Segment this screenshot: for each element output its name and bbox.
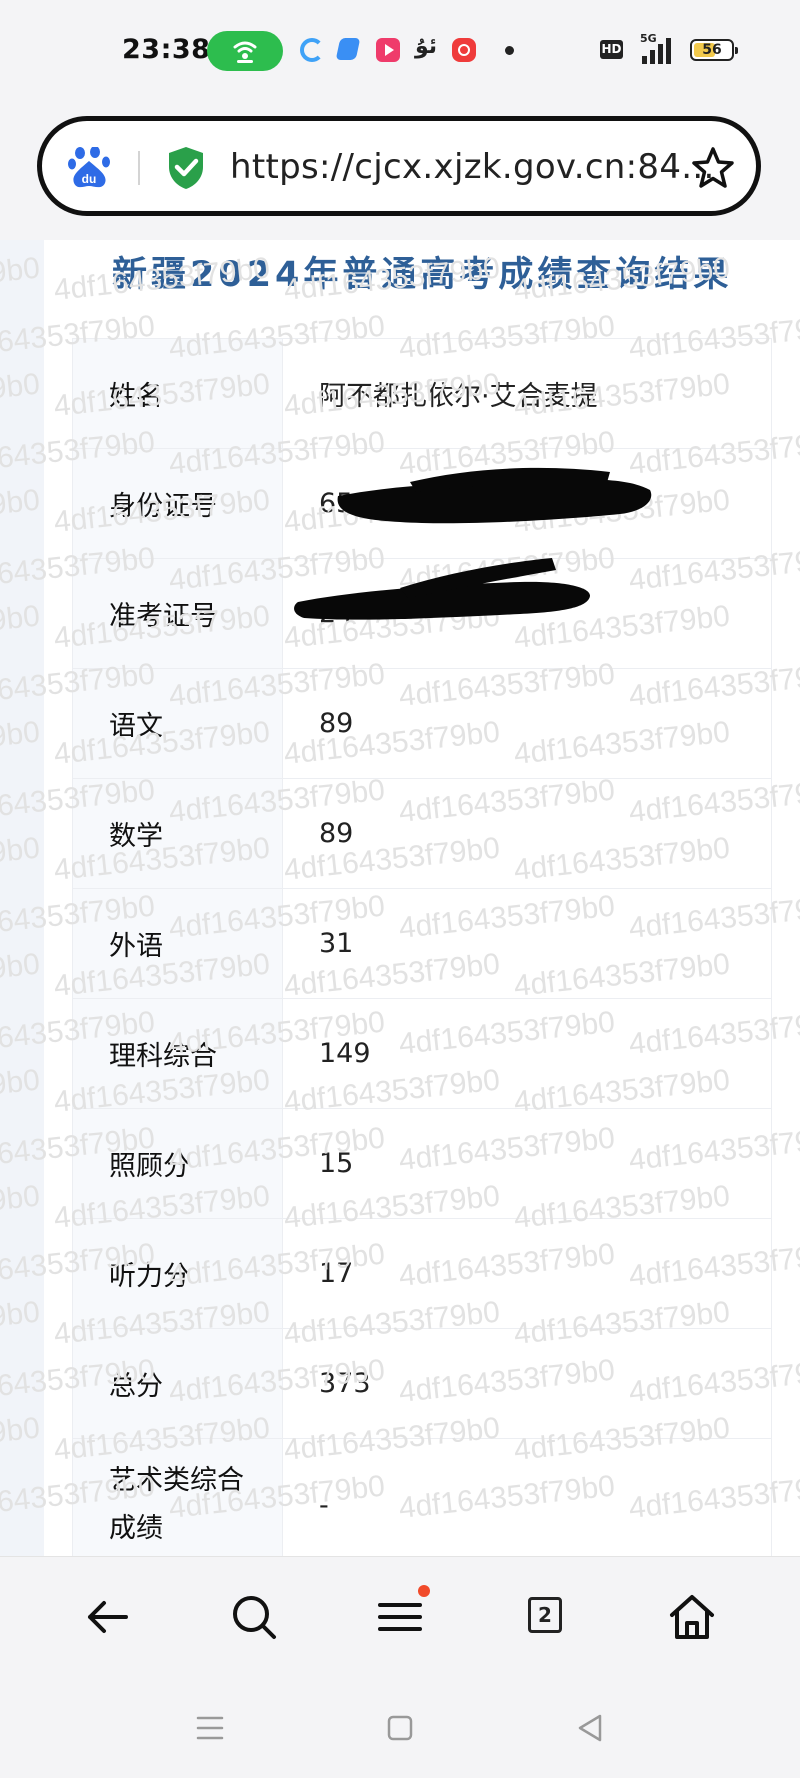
table-row: 艺术类综合成绩 - [72, 1438, 772, 1556]
status-bar: 23:38 ئۇ HD 5G 56 [0, 0, 800, 100]
row-value: 89 [282, 778, 772, 889]
table-row: 语文 89 [72, 668, 772, 779]
network-type: 5G [640, 32, 657, 45]
home-button-icon[interactable] [380, 1708, 420, 1748]
page-left-strip [0, 240, 44, 1556]
browser-app-icon [300, 38, 324, 62]
tabs-button[interactable]: 2 [520, 1591, 572, 1643]
row-value: 89 [282, 668, 772, 779]
table-row: 理科综合 149 [72, 998, 772, 1109]
row-label-cell: 艺术类综合成绩 [72, 1438, 283, 1556]
baidu-icon[interactable]: du [68, 147, 112, 189]
row-label: 姓名 [72, 338, 283, 449]
hd-icon: HD [600, 40, 623, 59]
row-label: 身份证号 [72, 448, 283, 559]
back-triangle-icon[interactable] [570, 1708, 610, 1748]
url-text[interactable]: https://cjcx.xjzk.gov.cn:84... [230, 147, 715, 187]
table-row: 总分 373 [72, 1328, 772, 1439]
menu-icon [378, 1603, 422, 1631]
recents-icon[interactable] [190, 1708, 230, 1748]
bookmark-star-icon[interactable] [690, 145, 736, 191]
row-value: 17 [282, 1218, 772, 1329]
security-shield-icon[interactable] [166, 145, 206, 191]
uyghur-app-icon: ئۇ [415, 34, 438, 59]
music-app-icon [452, 38, 476, 62]
signal-icon: 5G [640, 32, 678, 64]
row-value: 65 [282, 448, 772, 559]
row-value: - [282, 1438, 772, 1556]
table-row: 姓名 阿不都扎依尔·艾合麦提 [72, 338, 772, 449]
row-value: 15 [282, 1108, 772, 1219]
app-icon [335, 38, 361, 60]
search-icon[interactable] [228, 1591, 280, 1643]
score-table: 姓名 阿不都扎依尔·艾合麦提 身份证号 65 准考证号 24 语文 89 数学 … [72, 338, 772, 1556]
svg-text:du: du [82, 172, 97, 186]
table-row: 身份证号 65 [72, 448, 772, 559]
row-label: 外语 [72, 888, 283, 999]
home-icon[interactable] [666, 1591, 718, 1643]
battery-level: 56 [702, 42, 722, 58]
row-label: 理科综合 [72, 998, 283, 1109]
row-label: 数学 [72, 778, 283, 889]
row-label: 总分 [72, 1328, 283, 1439]
back-arrow-icon[interactable] [82, 1591, 134, 1643]
browser-toolbar: 2 [0, 1556, 800, 1677]
row-label: 语文 [72, 668, 283, 779]
more-dot-icon [505, 46, 514, 55]
web-page[interactable]: 新疆2024年普通高考成绩查询结果 姓名 阿不都扎依尔·艾合麦提 身份证号 65… [0, 240, 800, 1556]
row-value: 24 [282, 558, 772, 669]
address-bar[interactable]: du https://cjcx.xjzk.gov.cn:84... [37, 116, 761, 216]
row-label: 艺术类综合成绩 [109, 1465, 244, 1544]
row-value: 阿不都扎依尔·艾合麦提 [282, 338, 772, 449]
row-value: 373 [282, 1328, 772, 1439]
table-row: 数学 89 [72, 778, 772, 889]
table-row: 听力分 17 [72, 1218, 772, 1329]
table-row: 照顾分 15 [72, 1108, 772, 1219]
row-label: 准考证号 [72, 558, 283, 669]
system-navigation [0, 1676, 800, 1778]
table-row: 准考证号 24 [72, 558, 772, 669]
row-value: 149 [282, 998, 772, 1109]
tabs-icon: 2 [528, 1597, 562, 1633]
notification-dot [418, 1585, 430, 1597]
row-label: 照顾分 [72, 1108, 283, 1219]
row-label: 听力分 [72, 1218, 283, 1329]
browser-header: du https://cjcx.xjzk.gov.cn:84... [0, 100, 800, 240]
menu-button[interactable] [374, 1585, 430, 1643]
row-value: 31 [282, 888, 772, 999]
battery-icon: 56 [690, 39, 738, 61]
video-app-icon [376, 38, 400, 62]
status-time: 23:38 [122, 34, 211, 65]
address-divider [138, 151, 140, 185]
table-row: 外语 31 [72, 888, 772, 999]
page-title: 新疆2024年普通高考成绩查询结果 [112, 255, 733, 295]
hotspot-icon [207, 31, 283, 71]
